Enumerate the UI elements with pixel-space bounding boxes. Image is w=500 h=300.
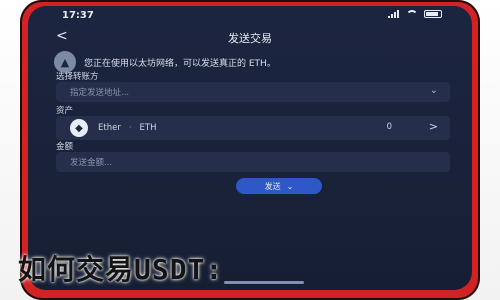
recipient-input[interactable]: 指定发送地址... ⌄ <box>56 82 450 102</box>
send-button[interactable]: 发送 ⌄ <box>236 178 322 194</box>
ethereum-icon: ◆ <box>70 119 88 137</box>
asset-name: Ether <box>98 123 121 133</box>
network-notice: ▲ 您正在使用以太坊网络，可以发送真正的 ETH。 <box>54 50 448 74</box>
asset-selector[interactable]: ◆ Ether · ETH 0 > <box>56 116 450 140</box>
wifi-icon <box>406 10 418 18</box>
chevron-right-icon[interactable]: > <box>429 120 438 133</box>
notice-text: 您正在使用以太坊网络，可以发送真正的 ETH。 <box>84 58 276 69</box>
signal-icon <box>388 10 400 18</box>
chevron-down-icon: ⌄ <box>286 181 294 191</box>
amount-label: 金额 <box>56 142 74 152</box>
network-label: 选择转账方 <box>56 72 99 82</box>
overlay-caption: 如何交易USDT: <box>18 253 224 286</box>
status-icons <box>388 10 442 18</box>
home-indicator <box>224 281 304 284</box>
battery-icon <box>424 10 442 18</box>
status-time: 17:37 <box>62 10 94 21</box>
amount-input[interactable]: 发送金额... <box>56 152 450 172</box>
app-header: < 发送交易 <box>28 28 472 48</box>
asset-symbol: ETH <box>139 123 157 133</box>
chevron-down-icon[interactable]: ⌄ <box>430 85 438 96</box>
recipient-placeholder: 指定发送地址... <box>70 88 130 98</box>
asset-label: 资产 <box>56 106 74 116</box>
page-title: 发送交易 <box>228 32 272 45</box>
amount-placeholder: 发送金额... <box>70 158 113 168</box>
status-bar: 17:37 <box>28 6 472 26</box>
asset-balance: 0 <box>386 122 392 132</box>
send-button-label: 发送 <box>264 181 281 191</box>
asset-separator: · <box>128 123 132 133</box>
